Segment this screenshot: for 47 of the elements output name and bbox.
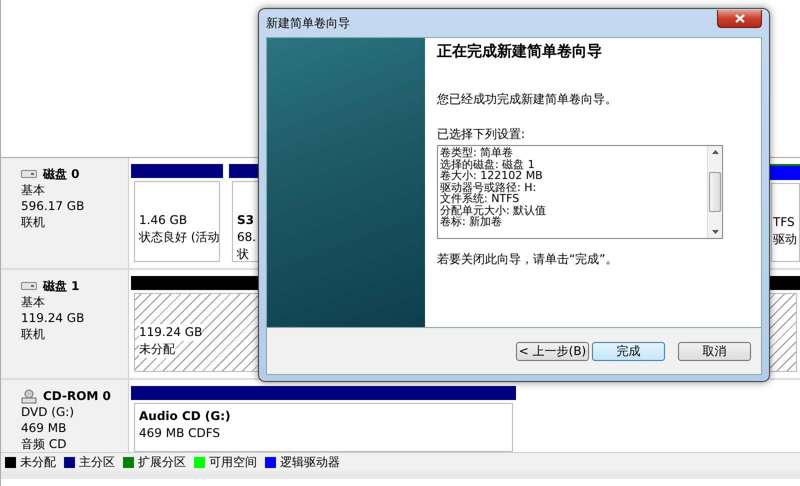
setting-line: 卷大小: 122102 MB <box>440 170 543 182</box>
legend-label: 扩展分区 <box>138 454 186 470</box>
setting-line: 文件系统: NTFS <box>440 193 520 204</box>
partition-info: 119.24 GB <box>139 324 202 341</box>
partition-info: 状态良好 (活动 <box>139 229 219 246</box>
intro-text: 您已经成功完成新建简单卷向导。 <box>437 91 617 108</box>
close-button[interactable] <box>717 10 762 28</box>
setting-line: 卷标: 新加卷 <box>440 216 502 228</box>
disk-size: 469 MB <box>21 420 68 436</box>
disk-name: 磁盘 1 <box>43 278 80 294</box>
partition-title: Audio CD (G:) <box>139 408 231 425</box>
down-arrow-icon <box>712 230 718 234</box>
closing-text: 若要关闭此向导，请单击“完成”。 <box>437 251 618 268</box>
settings-label: 已选择下列设置: <box>437 126 526 143</box>
wizard-button[interactable]: 完成 <box>592 342 665 360</box>
scrollbar[interactable] <box>707 146 722 238</box>
disk-type: 基本 <box>21 182 46 198</box>
partition-bar <box>770 166 800 180</box>
partition-info: 状 <box>237 246 249 261</box>
setting-line: 选择的磁盘: 磁盘 1 <box>440 158 535 170</box>
setting-line: 分配单元大小: 默认值 <box>440 204 546 216</box>
setting-line: 卷类型: 简单卷 <box>440 147 514 158</box>
legend-label: 逻辑驱动器 <box>280 454 340 470</box>
disk-type: DVD (G:) <box>21 404 75 420</box>
legend-label: 未分配 <box>20 454 56 470</box>
disk-type: 基本 <box>21 294 46 310</box>
disk-size: 119.24 GB <box>21 310 86 326</box>
cd-drive-icon <box>21 388 37 404</box>
legend-label: 可用空间 <box>209 454 257 470</box>
close-icon <box>734 14 744 23</box>
setting-line: 驱动器号或路径: H: <box>440 182 536 193</box>
disk-size: 596.17 GB <box>21 198 86 214</box>
window-title: 新建简单卷向导 <box>266 14 350 32</box>
partition-info: 驱动 <box>773 231 797 248</box>
legend-label: 主分区 <box>79 454 115 470</box>
disk-name: 磁盘 0 <box>43 166 80 182</box>
wizard-heading: 正在完成新建简单卷向导 <box>437 42 602 61</box>
disk-status: 联机 <box>21 214 46 230</box>
disk-status: 联机 <box>21 326 46 342</box>
partition-info: 未分配 <box>139 341 175 358</box>
wizard-button[interactable]: < 上一步(B) <box>516 342 589 360</box>
disk-name: CD-ROM 0 <box>43 388 111 404</box>
disk-status: 音频 CD <box>21 436 68 452</box>
settings-list[interactable]: 卷类型: 简单卷 选择的磁盘: 磁盘 1 卷大小: 122102 MB 驱动器号或路径: H: 文件系统: NTFS 分配单元大小: 默认值 卷标: 新加卷 <box>437 145 723 239</box>
up-arrow-icon <box>712 150 718 154</box>
wizard-button[interactable]: 取消 <box>678 342 751 360</box>
scroll-thumb[interactable] <box>709 172 721 212</box>
